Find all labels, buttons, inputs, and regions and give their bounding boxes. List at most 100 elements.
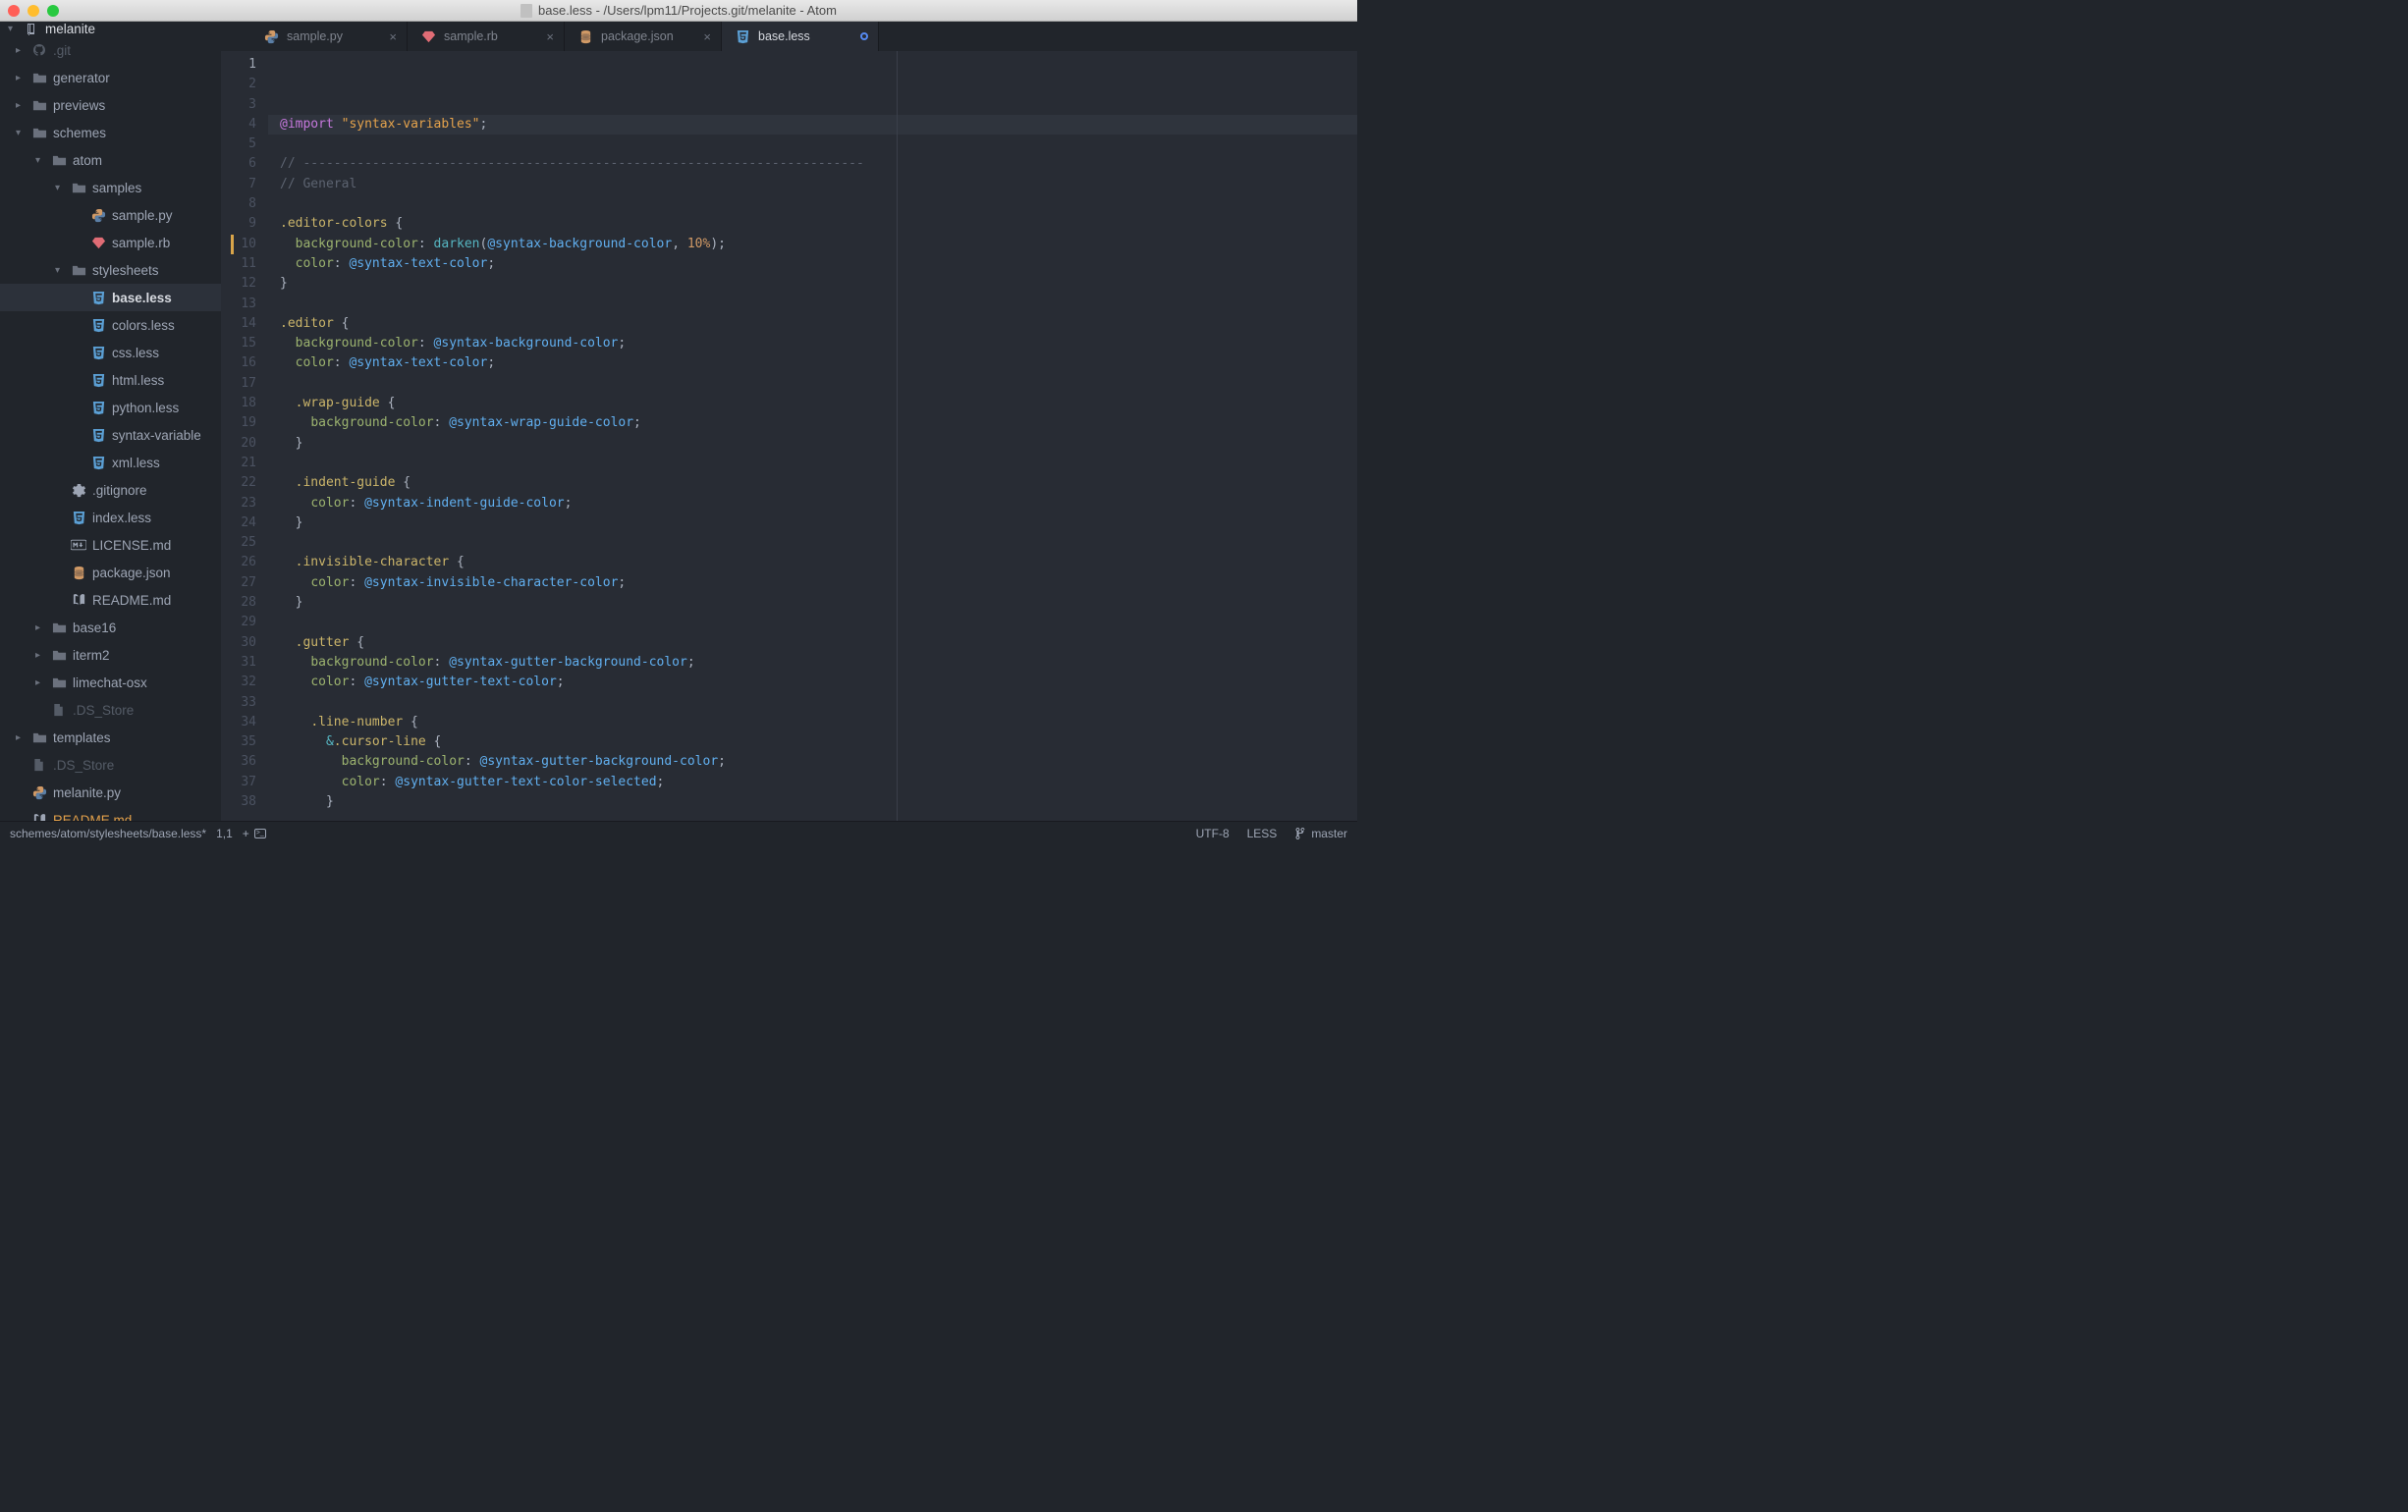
code-line[interactable]: background-color: @syntax-gutter-backgro… (280, 653, 1357, 673)
tab-package-json[interactable]: package.json× (565, 22, 722, 51)
code-line[interactable]: .invisible-character { (280, 553, 1357, 572)
code-line[interactable] (280, 454, 1357, 473)
tree-item-previews[interactable]: previews (0, 91, 221, 119)
line-number[interactable]: 12 (221, 274, 256, 294)
line-number[interactable]: 20 (221, 434, 256, 454)
line-number[interactable]: 3 (221, 95, 256, 115)
status-new-terminal[interactable]: + >_ (243, 827, 266, 840)
chevron-right-icon[interactable] (35, 650, 45, 661)
line-number[interactable]: 38 (221, 792, 256, 812)
chevron-right-icon[interactable] (16, 100, 26, 111)
code-line[interactable]: .gutter { (280, 633, 1357, 653)
line-number[interactable]: 6 (221, 154, 256, 174)
code-line[interactable] (280, 613, 1357, 632)
status-git-branch[interactable]: master (1294, 827, 1347, 840)
tree-item-colors-less[interactable]: colors.less (0, 311, 221, 339)
tree-item-sample-py[interactable]: sample.py (0, 201, 221, 229)
line-number[interactable]: 8 (221, 194, 256, 214)
line-number[interactable]: 14 (221, 314, 256, 334)
tree-item-readme-md[interactable]: README.md (0, 586, 221, 614)
tree-item-melanite-py[interactable]: melanite.py (0, 779, 221, 806)
code-line[interactable] (280, 374, 1357, 394)
chevron-right-icon[interactable] (16, 73, 26, 83)
tree-item-readme-md[interactable]: README.md (0, 806, 221, 821)
tree-item-package-json[interactable]: package.json (0, 559, 221, 586)
tab-sample-rb[interactable]: sample.rb× (408, 22, 565, 51)
line-number[interactable]: 18 (221, 394, 256, 413)
line-number[interactable]: 33 (221, 693, 256, 713)
chevron-down-icon[interactable] (16, 128, 26, 138)
code-line[interactable]: } (280, 593, 1357, 613)
code-line[interactable]: } (280, 274, 1357, 294)
code-line[interactable]: &.cursor-line { (280, 732, 1357, 752)
line-number[interactable]: 29 (221, 613, 256, 632)
line-number[interactable]: 16 (221, 353, 256, 373)
tree-item--ds_store[interactable]: .DS_Store (0, 696, 221, 724)
close-tab-icon[interactable]: × (703, 29, 711, 44)
code-line[interactable]: background-color: @syntax-background-col… (280, 334, 1357, 353)
line-number[interactable]: 19 (221, 413, 256, 433)
code-line[interactable]: .editor { (280, 314, 1357, 334)
tree-item-sample-rb[interactable]: sample.rb (0, 229, 221, 256)
tree-item-stylesheets[interactable]: stylesheets (0, 256, 221, 284)
code-line[interactable] (280, 295, 1357, 314)
line-number[interactable]: 36 (221, 752, 256, 772)
line-gutter[interactable]: 1234567891011121314151617181920212223242… (221, 51, 268, 821)
tree-item-python-less[interactable]: python.less (0, 394, 221, 421)
tree-item-index-less[interactable]: index.less (0, 504, 221, 531)
code-line[interactable]: color: @syntax-text-color; (280, 254, 1357, 274)
close-tab-icon[interactable]: × (546, 29, 554, 44)
line-number[interactable]: 23 (221, 494, 256, 513)
code-line[interactable]: background-color: @syntax-wrap-guide-col… (280, 413, 1357, 433)
code-line[interactable]: } (280, 434, 1357, 454)
file-tree[interactable]: melanite .gitgeneratorpreviewsschemesato… (0, 22, 221, 821)
chevron-right-icon[interactable] (35, 677, 45, 688)
code-line[interactable]: color: @syntax-indent-guide-color; (280, 494, 1357, 513)
code-line[interactable] (280, 194, 1357, 214)
tree-item-base-less[interactable]: base.less (0, 284, 221, 311)
maximize-window-button[interactable] (47, 5, 59, 17)
line-number[interactable]: 35 (221, 732, 256, 752)
code-line[interactable]: color: @syntax-gutter-text-color; (280, 673, 1357, 692)
tree-item--gitignore[interactable]: .gitignore (0, 476, 221, 504)
code-line[interactable]: .line-number { (280, 713, 1357, 732)
tree-item-license-md[interactable]: LICENSE.md (0, 531, 221, 559)
code-line[interactable]: // -------------------------------------… (280, 154, 1357, 174)
code-line[interactable]: .wrap-guide { (280, 394, 1357, 413)
line-number[interactable]: 25 (221, 533, 256, 553)
line-number[interactable]: 5 (221, 135, 256, 154)
code-line[interactable] (280, 812, 1357, 821)
tree-item-atom[interactable]: atom (0, 146, 221, 174)
line-number[interactable]: 27 (221, 573, 256, 593)
line-number[interactable]: 15 (221, 334, 256, 353)
line-number[interactable]: 21 (221, 454, 256, 473)
line-number[interactable]: 34 (221, 713, 256, 732)
line-number[interactable]: 24 (221, 513, 256, 533)
code-line[interactable]: background-color: darken(@syntax-backgro… (280, 235, 1357, 254)
line-number[interactable]: 32 (221, 673, 256, 692)
tree-item-css-less[interactable]: css.less (0, 339, 221, 366)
line-number[interactable]: 7 (221, 175, 256, 194)
chevron-down-icon[interactable] (55, 183, 65, 193)
line-number[interactable]: 9 (221, 214, 256, 234)
code-line[interactable]: color: @syntax-invisible-character-color… (280, 573, 1357, 593)
code-line[interactable] (280, 135, 1357, 154)
line-number[interactable]: 4 (221, 115, 256, 135)
tree-item-base16[interactable]: base16 (0, 614, 221, 641)
tree-item-schemes[interactable]: schemes (0, 119, 221, 146)
tree-item-samples[interactable]: samples (0, 174, 221, 201)
close-window-button[interactable] (8, 5, 20, 17)
code-line[interactable] (280, 533, 1357, 553)
code-line[interactable]: .indent-guide { (280, 473, 1357, 493)
chevron-right-icon[interactable] (16, 45, 26, 56)
status-encoding[interactable]: UTF-8 (1196, 827, 1230, 840)
tree-item-limechat-osx[interactable]: limechat-osx (0, 669, 221, 696)
line-number[interactable]: 26 (221, 553, 256, 572)
chevron-right-icon[interactable] (16, 732, 26, 743)
code-line[interactable]: color: @syntax-gutter-text-color-selecte… (280, 773, 1357, 792)
line-number[interactable]: 11 (221, 254, 256, 274)
tree-item-generator[interactable]: generator (0, 64, 221, 91)
code-line[interactable]: } (280, 513, 1357, 533)
close-tab-icon[interactable]: × (389, 29, 397, 44)
status-grammar[interactable]: LESS (1247, 827, 1278, 840)
